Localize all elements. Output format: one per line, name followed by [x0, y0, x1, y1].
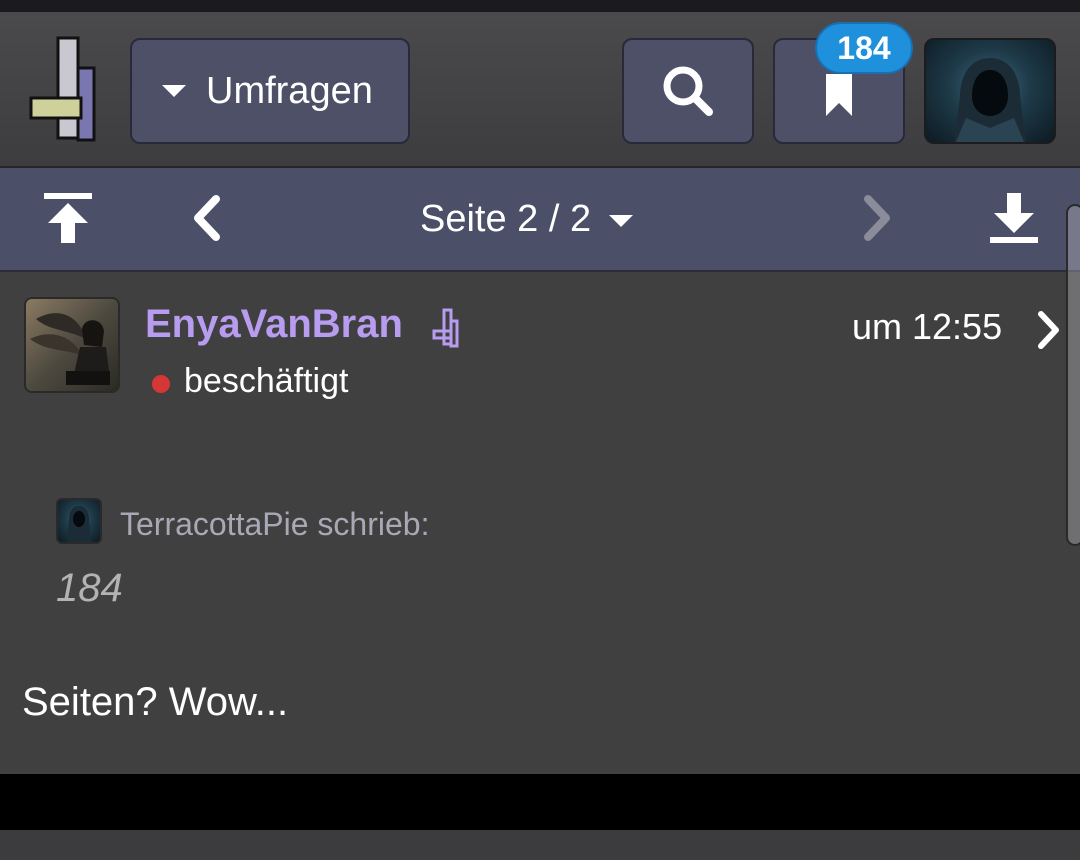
page-selector-label: Seite 2 / 2	[420, 197, 592, 240]
hooded-figure-avatar	[67, 506, 91, 542]
scrollbar-thumb[interactable]	[1066, 204, 1080, 546]
poster-status: beschäftigt	[184, 362, 349, 400]
user-avatar-button[interactable]	[924, 38, 1056, 144]
caret-down-icon	[609, 215, 634, 227]
hooded-figure-avatar	[954, 58, 1026, 142]
post-timestamp[interactable]: um 12:55	[852, 306, 1002, 348]
bookmark-icon	[826, 74, 852, 116]
arrow-up-to-top-icon	[44, 193, 92, 243]
first-page-button[interactable]	[40, 188, 96, 248]
chevron-left-icon	[194, 195, 220, 241]
pagination-bar: Seite 2 / 2	[0, 168, 1080, 272]
status-indicator	[152, 375, 170, 393]
quote-text: 184	[56, 566, 123, 610]
post-body: Seiten? Wow...	[22, 680, 289, 724]
bookmark-count-badge: 184	[815, 22, 913, 74]
bottom-black-strip	[0, 774, 1080, 830]
search-button[interactable]	[622, 38, 754, 144]
quote-author: TerracottaPie schrieb:	[120, 506, 430, 542]
chevron-right-icon[interactable]	[1036, 310, 1062, 350]
forum-post: EnyaVanBran beschäftigt um 12:55 Terraco…	[0, 272, 1080, 774]
quote-author-avatar	[56, 498, 102, 544]
poster-avatar[interactable]	[24, 297, 120, 393]
caret-down-icon	[162, 85, 186, 97]
arrow-down-to-bottom-icon	[990, 193, 1038, 243]
section-dropdown-label: Umfragen	[206, 69, 373, 112]
previous-page-button[interactable]	[186, 188, 226, 248]
poster-username[interactable]: EnyaVanBran	[145, 302, 403, 347]
forum-logo-icon[interactable]	[28, 36, 100, 144]
chevron-right-icon	[864, 195, 890, 241]
section-dropdown[interactable]: Umfragen	[130, 38, 410, 144]
last-page-button[interactable]	[986, 188, 1042, 248]
next-post-area	[0, 830, 1080, 860]
page-selector[interactable]: Seite 2 / 2	[420, 196, 634, 242]
search-icon	[663, 66, 713, 116]
top-status-strip	[0, 0, 1080, 12]
next-page-button[interactable]	[858, 188, 898, 248]
user-rank-icon	[432, 308, 459, 348]
header: Umfragen 184	[0, 12, 1080, 168]
winged-figure-avatar	[26, 299, 118, 391]
